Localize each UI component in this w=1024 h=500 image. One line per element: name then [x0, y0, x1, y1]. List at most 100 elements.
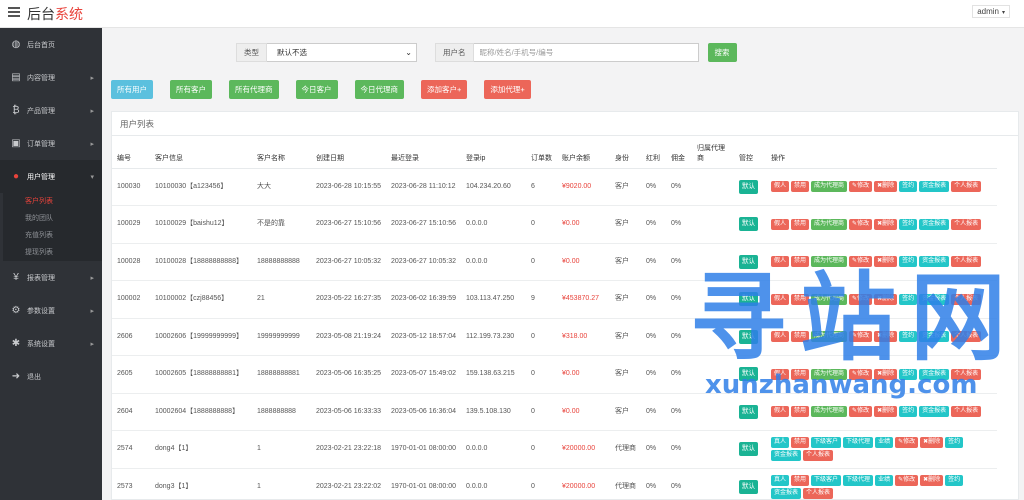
action-button[interactable]: 资金报表	[771, 487, 802, 499]
submenu-item[interactable]: 客户列表	[3, 193, 102, 210]
action-button[interactable]: 禁用	[791, 331, 810, 343]
filter-button[interactable]: 今日代理商	[354, 80, 404, 99]
action-button[interactable]: ✎修改	[849, 406, 873, 418]
action-button[interactable]: ✎修改	[895, 437, 919, 449]
action-button[interactable]: 假人	[771, 368, 790, 380]
search-input[interactable]: 昵称/姓名/手机号/编号	[473, 43, 699, 62]
action-button[interactable]: ✎修改	[849, 293, 873, 305]
action-button[interactable]: 禁用	[791, 218, 810, 230]
control-badge[interactable]: 默认	[739, 217, 758, 232]
action-button[interactable]: 下级客户	[811, 437, 842, 449]
action-button[interactable]: 签约	[899, 293, 918, 305]
action-button[interactable]: 资金报表	[771, 450, 802, 462]
action-button[interactable]: 个人报表	[951, 256, 982, 268]
filter-button[interactable]: 所有代理商	[229, 80, 279, 99]
action-button[interactable]: 下级代理	[843, 474, 874, 486]
action-button[interactable]: 资金报表	[919, 256, 950, 268]
action-button[interactable]: ✖删除	[874, 218, 898, 230]
filter-button[interactable]: 添加代理+	[484, 80, 531, 99]
action-button[interactable]: 假人	[771, 406, 790, 418]
submenu-item[interactable]: 充值列表	[3, 227, 102, 244]
control-badge[interactable]: 默认	[739, 329, 758, 344]
control-badge[interactable]: 默认	[739, 254, 758, 269]
action-button[interactable]: ✎修改	[849, 368, 873, 380]
action-button[interactable]: 成为代理商	[811, 181, 848, 193]
type-select[interactable]: 默认不选 ⌄	[267, 43, 417, 62]
action-button[interactable]: 个人报表	[803, 450, 834, 462]
action-button[interactable]: 假人	[771, 181, 790, 193]
action-button[interactable]: 下级客户	[811, 474, 842, 486]
filter-button[interactable]: 添加客户+	[421, 80, 468, 99]
action-button[interactable]: 成为代理商	[811, 218, 848, 230]
sidebar-item-2[interactable]: ₿ 产品管理 ▸	[0, 94, 102, 127]
action-button[interactable]: 成为代理商	[811, 293, 848, 305]
sidebar-item-6[interactable]: ⚙ 参数设置 ▸	[0, 294, 102, 327]
action-button[interactable]: 业绩	[875, 437, 894, 449]
action-button[interactable]: 签约	[899, 331, 918, 343]
action-button[interactable]: ✎修改	[849, 181, 873, 193]
submenu-item[interactable]: 我的团队	[3, 210, 102, 227]
action-button[interactable]: 禁用	[791, 293, 810, 305]
submenu-item[interactable]: 提现列表	[3, 244, 102, 261]
action-button[interactable]: 签约	[899, 368, 918, 380]
action-button[interactable]: 禁用	[791, 406, 810, 418]
control-badge[interactable]: 默认	[739, 292, 758, 307]
control-badge[interactable]: 默认	[739, 179, 758, 194]
action-button[interactable]: ✎修改	[849, 331, 873, 343]
menu-toggle-icon[interactable]	[8, 7, 20, 17]
action-button[interactable]: ✖删除	[920, 437, 944, 449]
action-button[interactable]: 签约	[945, 437, 964, 449]
sidebar-item-3[interactable]: ▣ 订单管理 ▸	[0, 127, 102, 160]
action-button[interactable]: 禁用	[791, 474, 810, 486]
action-button[interactable]: 个人报表	[951, 368, 982, 380]
control-badge[interactable]: 默认	[739, 442, 758, 457]
action-button[interactable]: 个人报表	[951, 293, 982, 305]
action-button[interactable]: ✖删除	[874, 331, 898, 343]
action-button[interactable]: 禁用	[791, 256, 810, 268]
action-button[interactable]: 签约	[899, 218, 918, 230]
action-button[interactable]: 个人报表	[803, 487, 834, 499]
action-button[interactable]: 资金报表	[919, 406, 950, 418]
control-badge[interactable]: 默认	[739, 404, 758, 419]
action-button[interactable]: 禁用	[791, 181, 810, 193]
action-button[interactable]: 资金报表	[919, 293, 950, 305]
action-button[interactable]: 签约	[945, 474, 964, 486]
action-button[interactable]: 个人报表	[951, 331, 982, 343]
action-button[interactable]: 签约	[899, 181, 918, 193]
action-button[interactable]: 禁用	[791, 368, 810, 380]
sidebar-item-8[interactable]: ➜ 退出	[0, 360, 102, 393]
control-badge[interactable]: 默认	[739, 367, 758, 382]
action-button[interactable]: 成为代理商	[811, 256, 848, 268]
action-button[interactable]: 成为代理商	[811, 406, 848, 418]
sidebar-item-0[interactable]: ◍ 后台首页	[0, 28, 102, 61]
action-button[interactable]: 假人	[771, 256, 790, 268]
action-button[interactable]: 资金报表	[919, 218, 950, 230]
action-button[interactable]: 资金报表	[919, 368, 950, 380]
action-button[interactable]: 资金报表	[919, 181, 950, 193]
action-button[interactable]: 个人报表	[951, 181, 982, 193]
control-badge[interactable]: 默认	[739, 479, 758, 494]
action-button[interactable]: 签约	[899, 406, 918, 418]
sidebar-item-5[interactable]: ¥ 报表管理 ▸	[0, 261, 102, 294]
action-button[interactable]: ✎修改	[895, 474, 919, 486]
action-button[interactable]: 假人	[771, 293, 790, 305]
filter-button[interactable]: 所有客户	[170, 80, 212, 99]
action-button[interactable]: ✖删除	[874, 181, 898, 193]
action-button[interactable]: ✖删除	[874, 406, 898, 418]
action-button[interactable]: 业绩	[875, 474, 894, 486]
sidebar-item-1[interactable]: ▤ 内容管理 ▸	[0, 61, 102, 94]
action-button[interactable]: ✎修改	[849, 256, 873, 268]
action-button[interactable]: 假人	[771, 331, 790, 343]
action-button[interactable]: 真人	[771, 474, 790, 486]
filter-button[interactable]: 今日客户	[295, 80, 338, 99]
action-button[interactable]: 禁用	[791, 437, 810, 449]
filter-button[interactable]: 所有用户	[111, 80, 153, 99]
action-button[interactable]: 假人	[771, 218, 790, 230]
action-button[interactable]: ✎修改	[849, 218, 873, 230]
action-button[interactable]: ✖删除	[874, 293, 898, 305]
user-menu[interactable]: admin ▾	[972, 5, 1010, 18]
action-button[interactable]: 资金报表	[919, 331, 950, 343]
action-button[interactable]: 成为代理商	[811, 368, 848, 380]
action-button[interactable]: 成为代理商	[811, 331, 848, 343]
action-button[interactable]: 个人报表	[951, 406, 982, 418]
